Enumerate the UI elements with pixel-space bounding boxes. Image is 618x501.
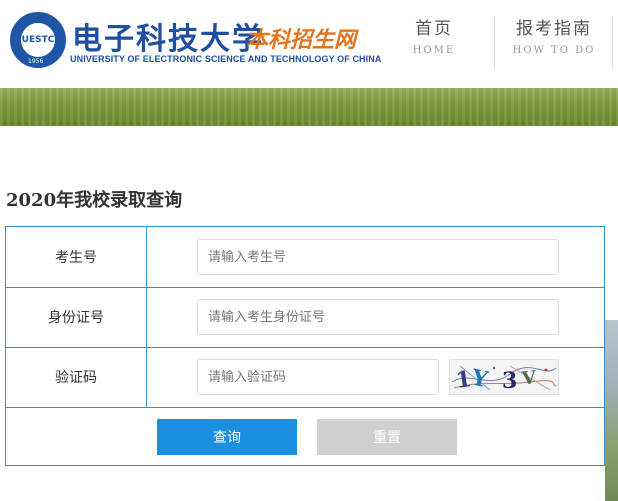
- site-logo[interactable]: UESTC 1956 电子科技大学 本科招生网 UNIVERSITY OF EL…: [10, 12, 382, 70]
- university-name-cn: 电子科技大学: [72, 22, 264, 57]
- captcha-image[interactable]: 1 Y 3 V: [449, 359, 559, 395]
- site-header: UESTC 1956 电子科技大学 本科招生网 UNIVERSITY OF EL…: [0, 0, 618, 88]
- banner-texture: [0, 88, 618, 126]
- nav-guide-sub: HOW TO DO: [512, 45, 596, 56]
- captcha-char: 3: [502, 368, 517, 394]
- captcha-char: V: [520, 367, 538, 390]
- form-row-exam-number: 考生号: [6, 227, 604, 288]
- captcha-noise: [492, 366, 496, 370]
- university-emblem-icon: UESTC 1956: [10, 12, 66, 68]
- captcha-label: 验证码: [6, 347, 147, 407]
- exam-number-input[interactable]: [197, 239, 559, 275]
- emblem-text: UESTC: [19, 21, 57, 59]
- form-row-id-number: 身份证号: [6, 287, 604, 348]
- reset-button[interactable]: 重置: [317, 419, 457, 455]
- captcha-noise: [544, 368, 548, 372]
- university-name-en: UNIVERSITY OF ELECTRONIC SCIENCE AND TEC…: [70, 54, 382, 64]
- captcha-char: Y: [468, 364, 490, 393]
- page-title: 2020年我校录取查询: [6, 190, 183, 211]
- admission-query-form: 考生号 身份证号 验证码 1 Y 3 V 查询 重置: [5, 226, 605, 466]
- nav-guide[interactable]: 报考指南 HOW TO DO: [508, 14, 600, 56]
- nav-home-sub: HOME: [412, 45, 456, 56]
- nav-home[interactable]: 首页 HOME: [404, 14, 464, 56]
- query-button[interactable]: 查询: [157, 419, 297, 455]
- nav-guide-label: 报考指南: [516, 19, 592, 39]
- form-row-captcha: 验证码 1 Y 3 V: [6, 347, 604, 408]
- id-number-input[interactable]: [197, 299, 559, 335]
- id-number-label: 身份证号: [6, 287, 147, 347]
- exam-number-label: 考生号: [6, 227, 147, 287]
- nav-divider: [612, 16, 613, 68]
- site-name: 本科招生网: [246, 28, 357, 53]
- captcha-input[interactable]: [197, 359, 439, 395]
- emblem-year: 1956: [28, 58, 44, 65]
- nav-home-label: 首页: [415, 19, 453, 39]
- nav-divider: [494, 16, 495, 68]
- banner-image: [0, 88, 618, 126]
- captcha-glyphs: 1 Y 3 V: [451, 364, 557, 394]
- campus-photo: [605, 320, 618, 501]
